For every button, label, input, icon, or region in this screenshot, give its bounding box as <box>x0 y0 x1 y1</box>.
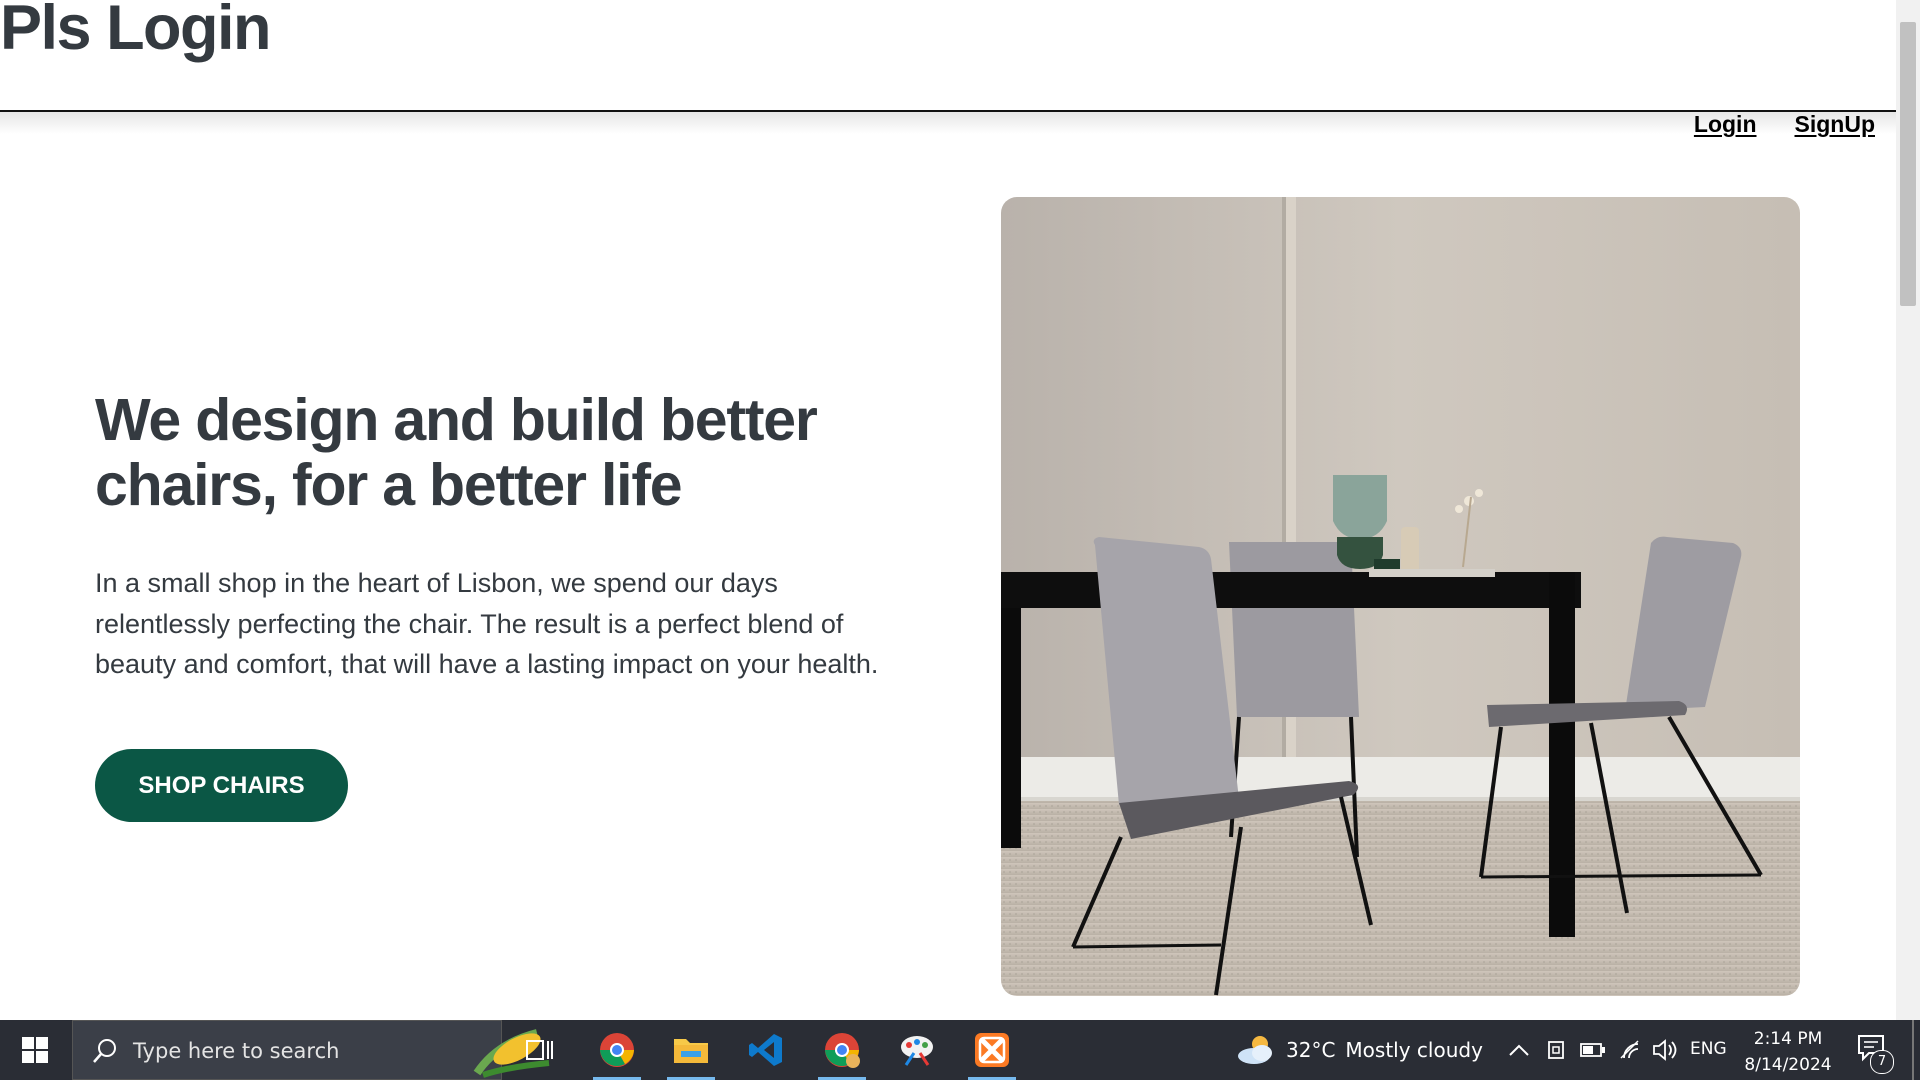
weather-widget[interactable]: 32°C Mostly cloudy <box>1236 1020 1483 1080</box>
shop-chairs-button[interactable]: SHOP CHAIRS <box>95 749 348 822</box>
signup-link[interactable]: SignUp <box>1795 111 1876 138</box>
xampp-icon <box>975 1033 1009 1067</box>
meet-now-icon[interactable] <box>1546 1038 1568 1062</box>
chrome-profile-icon <box>825 1033 860 1068</box>
windows-logo-icon <box>22 1037 48 1063</box>
system-clock[interactable]: 2:14 PM 8/14/2024 <box>1743 1026 1833 1078</box>
search-placeholder: Type here to search <box>133 1039 340 1063</box>
search-icon <box>93 1039 116 1063</box>
task-view-icon <box>526 1040 553 1060</box>
taskbar-chrome[interactable] <box>587 1020 647 1080</box>
taskbar-paint[interactable] <box>887 1020 947 1080</box>
weather-condition: Mostly cloudy <box>1345 1038 1483 1062</box>
task-view-button[interactable] <box>510 1020 570 1080</box>
taskbar-search[interactable]: Type here to search <box>72 1020 550 1080</box>
taskbar-vscode[interactable] <box>736 1020 796 1080</box>
header-shadow <box>0 112 1896 134</box>
clock-time: 2:14 PM <box>1753 1029 1823 1049</box>
hero-description: In a small shop in the heart of Lisbon, … <box>95 568 879 679</box>
taskbar-file-explorer[interactable] <box>661 1020 721 1080</box>
notification-count-badge: 7 <box>1870 1050 1894 1074</box>
taskbar-chrome-profile[interactable] <box>812 1020 872 1080</box>
chevron-up-icon[interactable] <box>1508 1042 1530 1058</box>
file-explorer-icon <box>674 1039 708 1063</box>
dining-chairs-photo <box>1001 197 1800 996</box>
show-desktop-button[interactable] <box>1912 1020 1914 1080</box>
language-indicator[interactable]: ENG <box>1690 1039 1727 1059</box>
chrome-icon <box>600 1033 634 1067</box>
top-nav: Login SignUp <box>1694 111 1875 138</box>
wifi-icon[interactable] <box>1618 1038 1644 1062</box>
page-scrollbar[interactable] <box>1896 0 1920 1020</box>
scrollbar-thumb[interactable] <box>1900 22 1916 306</box>
volume-icon[interactable] <box>1652 1038 1678 1062</box>
taskbar: Type here to search 32°C Mostly cloudy E… <box>0 1020 1920 1080</box>
clock-date: 8/14/2024 <box>1744 1055 1832 1075</box>
battery-icon[interactable] <box>1580 1042 1606 1058</box>
hero-heading: We design and build better chairs, for a… <box>95 387 818 518</box>
start-button[interactable] <box>0 1020 70 1080</box>
taskbar-xampp[interactable] <box>962 1020 1022 1080</box>
cloudy-weather-icon <box>1238 1036 1272 1064</box>
paint-icon <box>901 1036 933 1066</box>
site-title: Pls Login <box>0 0 272 63</box>
site-header: Pls Login <box>0 0 1896 112</box>
weather-temperature: 32°C <box>1286 1038 1336 1062</box>
vscode-icon <box>749 1034 782 1066</box>
login-link[interactable]: Login <box>1694 111 1757 138</box>
